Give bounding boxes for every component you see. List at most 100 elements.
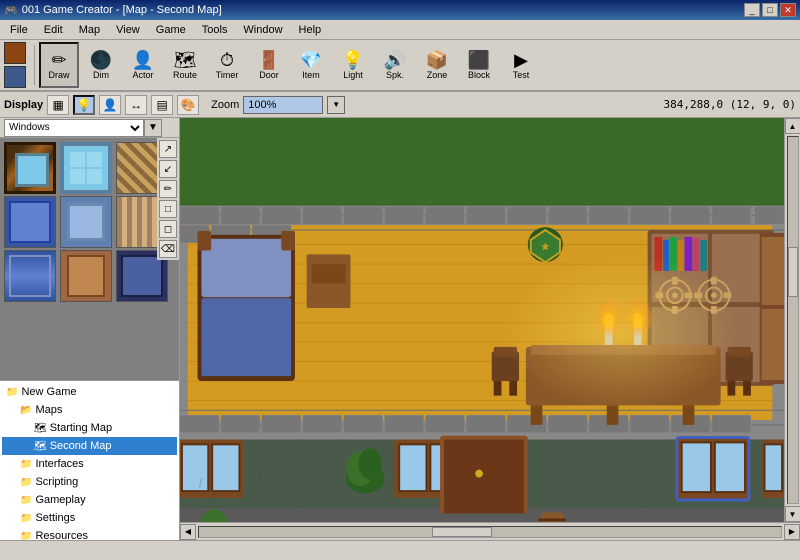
tile-item[interactable] [60, 196, 112, 248]
display-tile-icon[interactable]: ▤ [151, 95, 173, 115]
timer-button[interactable]: ⏱ Timer [207, 42, 247, 88]
tile-category-select[interactable]: Windows Doors Floors Walls [4, 119, 144, 137]
item-icon: 💎 [300, 51, 322, 69]
actor-button[interactable]: 👤 Actor [123, 42, 163, 88]
zoom-label: Zoom [211, 99, 239, 111]
tree-item-gameplay[interactable]: 📁 Gameplay [2, 491, 177, 509]
window-controls: _ □ ✕ [744, 3, 796, 17]
display-actor-icon[interactable]: 👤 [99, 95, 121, 115]
title-area: 🎮 001 Game Creator - [Map - Second Map] [4, 4, 222, 17]
block-icon: ⬛ [468, 51, 490, 69]
tool-strip: ↗ ↙ ✏ □ ◻ ⌫ [157, 138, 179, 260]
maximize-button[interactable]: □ [762, 3, 778, 17]
display-grid-icon[interactable]: ▦ [47, 95, 69, 115]
canvas-container: ★ [180, 118, 800, 540]
block-button[interactable]: ⬛ Block [459, 42, 499, 88]
vertical-scrollbar[interactable]: ▲ ▼ [784, 118, 800, 522]
hscroll-left-button[interactable]: ◀ [180, 524, 196, 540]
zoom-dropdown[interactable]: ▼ [327, 96, 345, 114]
display-move-icon[interactable]: ↔ [125, 95, 147, 115]
hscroll-thumb[interactable] [432, 527, 492, 537]
tile-selector: Windows Doors Floors Walls ▼ [0, 118, 179, 138]
folder-icon-3: 📁 [20, 477, 32, 488]
actor-icon: 👤 [132, 51, 154, 69]
color-swatch-secondary[interactable] [4, 66, 26, 88]
tool-rect[interactable]: □ [159, 200, 177, 218]
svg-text:★: ★ [540, 240, 550, 253]
displaybar: Display ▦ 💡 👤 ↔ ▤ 🎨 Zoom ▼ 384,288,0 (12… [0, 92, 800, 118]
menu-game[interactable]: Game [148, 22, 194, 38]
hscroll-right-button[interactable]: ▶ [784, 524, 800, 540]
app-icon: 🎮 [4, 4, 18, 17]
menu-map[interactable]: Map [71, 22, 108, 38]
main-area: Windows Doors Floors Walls ▼ [0, 118, 800, 540]
tool-pencil[interactable]: ✏ [159, 180, 177, 198]
vscroll-up-button[interactable]: ▲ [785, 118, 800, 134]
tool-eraser[interactable]: ⌫ [159, 240, 177, 258]
tool-arrow-left[interactable]: ↙ [159, 160, 177, 178]
tree-item-new-game[interactable]: 📁 New Game [2, 383, 177, 401]
test-icon: ▶ [514, 51, 528, 69]
canvas-area[interactable]: ★ [180, 118, 784, 522]
draw-button[interactable]: ✏ Draw [39, 42, 79, 88]
tool-arrow-right[interactable]: ↗ [159, 140, 177, 158]
toolbar: ✏ Draw 🌑 Dim 👤 Actor 🗺 Route ⏱ Timer 🚪 D… [0, 40, 800, 92]
color-swatch-primary[interactable] [4, 42, 26, 64]
menu-tools[interactable]: Tools [194, 22, 236, 38]
zoom-input[interactable] [243, 96, 323, 114]
coordinate-display: 384,288,0 (12, 9, 0) [664, 98, 796, 111]
close-button[interactable]: ✕ [780, 3, 796, 17]
spk-button[interactable]: 🔊 Spk. [375, 42, 415, 88]
tile-item[interactable] [4, 142, 56, 194]
tile-item[interactable] [60, 142, 112, 194]
dim-button[interactable]: 🌑 Dim [81, 42, 121, 88]
project-tree: 📁 New Game 📂 Maps 🗺 Starting Map 🗺 Secon… [0, 380, 179, 540]
tile-item[interactable] [60, 250, 112, 302]
tree-item-starting-map[interactable]: 🗺 Starting Map [2, 419, 177, 437]
tile-scroll-button[interactable]: ▼ [144, 119, 162, 137]
menu-view[interactable]: View [108, 22, 148, 38]
item-button[interactable]: 💎 Item [291, 42, 331, 88]
tree-item-maps[interactable]: 📂 Maps [2, 401, 177, 419]
timer-icon: ⏱ [220, 51, 234, 69]
menu-window[interactable]: Window [235, 22, 290, 38]
test-button[interactable]: ▶ Test [501, 42, 541, 88]
toolbar-separator-1 [34, 45, 35, 85]
display-light-icon[interactable]: 💡 [73, 95, 95, 115]
spk-icon: 🔊 [384, 51, 406, 69]
tree-item-interfaces[interactable]: 📁 Interfaces [2, 455, 177, 473]
menu-help[interactable]: Help [291, 22, 330, 38]
tree-item-settings[interactable]: 📁 Settings [2, 509, 177, 527]
hscroll-track[interactable] [198, 526, 782, 538]
menu-file[interactable]: File [2, 22, 36, 38]
tile-grid [0, 138, 179, 306]
door-button[interactable]: 🚪 Door [249, 42, 289, 88]
tool-rect-empty[interactable]: ◻ [159, 220, 177, 238]
vscroll-thumb[interactable] [788, 247, 798, 297]
statusbar [0, 540, 800, 560]
horizontal-scrollbar[interactable]: ◀ ▶ [180, 522, 800, 540]
tree-item-second-map[interactable]: 🗺 Second Map [2, 437, 177, 455]
draw-icon: ✏ [51, 51, 66, 69]
minimize-button[interactable]: _ [744, 3, 760, 17]
light-icon: 💡 [342, 51, 364, 69]
display-color-icon[interactable]: 🎨 [177, 95, 199, 115]
menubar: File Edit Map View Game Tools Window Hel… [0, 20, 800, 40]
map-icon: 🗺 [34, 423, 47, 434]
tree-item-resources[interactable]: 📁 Resources [2, 527, 177, 540]
vscroll-down-button[interactable]: ▼ [785, 506, 800, 522]
app-title: 001 Game Creator - [Map - Second Map] [22, 4, 222, 16]
tile-item[interactable] [4, 250, 56, 302]
folder-open-icon: 📂 [20, 405, 32, 416]
dim-icon: 🌑 [90, 51, 112, 69]
zone-button[interactable]: 📦 Zone [417, 42, 457, 88]
light-button[interactable]: 💡 Light [333, 42, 373, 88]
vscroll-track[interactable] [787, 136, 799, 504]
menu-edit[interactable]: Edit [36, 22, 71, 38]
tile-item[interactable] [4, 196, 56, 248]
route-button[interactable]: 🗺 Route [165, 42, 205, 88]
folder-icon-5: 📁 [20, 513, 32, 524]
tree-item-scripting[interactable]: 📁 Scripting [2, 473, 177, 491]
color-swatches [4, 42, 26, 88]
folder-icon-4: 📁 [20, 495, 32, 506]
